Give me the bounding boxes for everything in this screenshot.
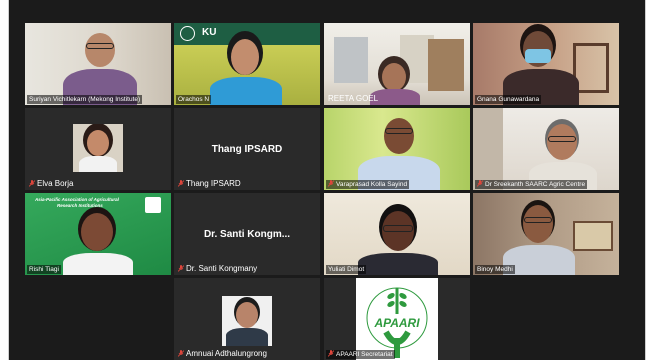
- apaari-logo-icon: [145, 197, 161, 213]
- participant-name: Binoy Medhi: [475, 265, 515, 274]
- participant-tile[interactable]: Dr. Santi Kongm... Dr. Santi Kongmany: [174, 193, 320, 275]
- apaari-logo-text: APAARI: [374, 316, 420, 330]
- participant-tile[interactable]: Dr Sreekanth SAARC Agric Centre: [473, 108, 619, 190]
- participant-name: Dr Sreekanth SAARC Agric Centre: [475, 180, 588, 189]
- university-logo-icon: [180, 26, 195, 41]
- avatar: [85, 33, 115, 67]
- avatar: [222, 296, 272, 346]
- avatar: [384, 118, 414, 154]
- participant-name: Dr. Santi Kongmany: [176, 264, 259, 274]
- avatar: [382, 63, 406, 91]
- avatar: [231, 39, 259, 75]
- apaari-logo: APAARI: [356, 278, 438, 360]
- mic-muted-icon: [477, 180, 483, 187]
- avatar: [523, 205, 553, 243]
- university-logo: KU: [202, 27, 217, 38]
- participant-tile[interactable]: Binoy Medhi: [473, 193, 619, 275]
- participant-tile[interactable]: Amnuai Adthalungrong: [174, 278, 320, 360]
- participant-name: Thang IPSARD: [176, 179, 243, 189]
- participant-tile[interactable]: Thang IPSARD Thang IPSARD: [174, 108, 320, 190]
- mic-muted-icon: [178, 350, 184, 357]
- avatar: [73, 124, 123, 172]
- banner-text: Asia-Pacific Association of Agricultural: [35, 197, 119, 202]
- participant-tile[interactable]: Asia-Pacific Association of Agricultural…: [25, 193, 171, 275]
- participant-tile[interactable]: REETA GOEL: [324, 23, 470, 105]
- participant-name: Suriyan Vichitlekarn (Mekong Institute): [27, 95, 143, 104]
- avatar: [81, 213, 113, 251]
- participant-name: REETA GOEL: [328, 94, 379, 103]
- participant-tile[interactable]: Elva Borja: [25, 108, 171, 190]
- participant-tile[interactable]: Suriyan Vichitlekarn (Mekong Institute): [25, 23, 171, 105]
- banner-text: Research Institutions: [57, 203, 103, 208]
- mic-muted-icon: [29, 180, 35, 187]
- video-gallery: Suriyan Vichitlekarn (Mekong Institute) …: [8, 0, 646, 360]
- mic-muted-icon: [178, 180, 184, 187]
- participant-display-name: Thang IPSARD: [211, 144, 283, 155]
- participant-display-name: Dr. Santi Kongm...: [203, 229, 291, 240]
- participant-tile[interactable]: Varaprasad Kolla Sayind: [324, 108, 470, 190]
- mic-muted-icon: [328, 350, 334, 357]
- avatar: [547, 124, 577, 160]
- participant-name: Gnana Gunawardana: [475, 95, 542, 104]
- participant-name: Rishi Tiagi: [27, 265, 61, 274]
- participant-tile[interactable]: Gnana Gunawardana: [473, 23, 619, 105]
- participant-name: Yuliati Dimot: [326, 265, 367, 274]
- participant-name: Varaprasad Kolla Sayind: [326, 180, 410, 189]
- mic-muted-icon: [178, 265, 184, 272]
- participant-name: Elva Borja: [27, 179, 75, 189]
- active-speaker-tile[interactable]: Yuliati Dimot: [324, 193, 470, 275]
- participant-name: Orachos N: [176, 95, 212, 104]
- participant-tile[interactable]: APAARI APAARI Secretariat: [324, 278, 470, 360]
- participant-name: Amnuai Adthalungrong: [176, 349, 269, 359]
- participant-tile[interactable]: KU Orachos N: [174, 23, 320, 105]
- mic-muted-icon: [328, 180, 334, 187]
- participant-name: APAARI Secretariat: [326, 350, 395, 359]
